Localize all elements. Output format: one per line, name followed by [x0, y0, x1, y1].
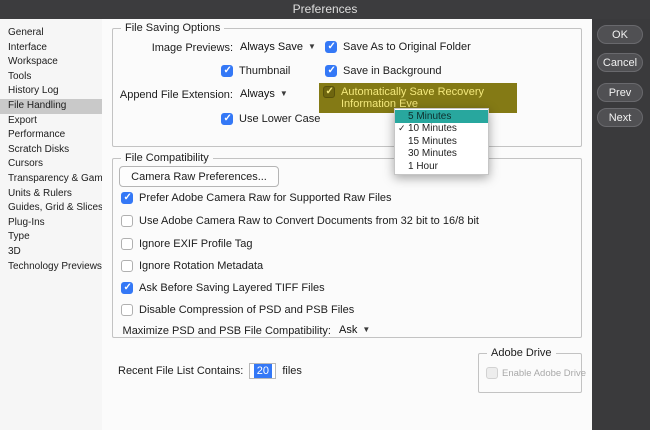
checkbox-label: Use Adobe Camera Raw to Convert Document…: [139, 215, 479, 227]
camera-raw-convert-checkbox[interactable]: [121, 215, 133, 227]
sidebar-item-guides-grid-slices[interactable]: Guides, Grid & Slices: [0, 201, 102, 216]
sidebar-item-performance[interactable]: Performance: [0, 128, 102, 143]
window-title: Preferences: [293, 2, 358, 16]
preferences-sidebar: General Interface Workspace Tools Histor…: [0, 19, 102, 430]
window-titlebar[interactable]: Preferences: [0, 0, 650, 19]
sidebar-item-3d[interactable]: 3D: [0, 245, 102, 260]
recent-files-input[interactable]: 20: [249, 363, 276, 379]
prefer-camera-raw-checkbox[interactable]: [121, 192, 133, 204]
ignore-rotation-row: Ignore Rotation Metadata: [121, 260, 263, 272]
sidebar-item-transparency-gamut[interactable]: Transparency & Gamut: [0, 172, 102, 187]
sidebar-item-units-rulers[interactable]: Units & Rulers: [0, 187, 102, 202]
group-title: File Saving Options: [121, 22, 224, 34]
ignore-exif-row: Ignore EXIF Profile Tag: [121, 238, 253, 250]
save-in-background-row: Save in Background: [325, 65, 441, 77]
interval-dropdown-menu: 5 Minutes 10 Minutes 15 Minutes 30 Minut…: [394, 108, 489, 175]
sidebar-item-type[interactable]: Type: [0, 230, 102, 245]
ok-button[interactable]: OK: [597, 25, 643, 44]
ignore-exif-checkbox[interactable]: [121, 238, 133, 250]
disable-compression-row: Disable Compression of PSD and PSB Files: [121, 304, 354, 316]
chevron-down-icon: ▼: [362, 326, 370, 334]
checkbox-label: Save in Background: [343, 65, 441, 77]
append-extension-label: Append File Extension:: [113, 89, 233, 101]
save-in-background-checkbox[interactable]: [325, 65, 337, 77]
sidebar-item-technology-previews[interactable]: Technology Previews: [0, 260, 102, 275]
file-handling-panel: File Saving Options Image Previews: Alwa…: [102, 19, 592, 430]
sidebar-item-cursors[interactable]: Cursors: [0, 157, 102, 172]
sidebar-item-workspace[interactable]: Workspace: [0, 55, 102, 70]
dropdown-value: Always Save: [240, 41, 303, 53]
append-extension-dropdown[interactable]: Always ▼: [240, 88, 288, 100]
checkbox-label: Save As to Original Folder: [343, 41, 471, 53]
dropdown-value: Ask: [339, 324, 357, 336]
sidebar-item-plug-ins[interactable]: Plug-Ins: [0, 216, 102, 231]
dropdown-value: Always: [240, 88, 275, 100]
sidebar-item-history-log[interactable]: History Log: [0, 84, 102, 99]
menu-item-30-minutes[interactable]: 30 Minutes: [395, 148, 488, 161]
auto-save-recovery-checkbox[interactable]: [323, 86, 335, 98]
sidebar-item-interface[interactable]: Interface: [0, 41, 102, 56]
use-lower-case-row: Use Lower Case: [221, 113, 320, 125]
camera-raw-convert-row: Use Adobe Camera Raw to Convert Document…: [121, 215, 479, 227]
checkbox-label: Use Lower Case: [239, 113, 320, 125]
save-as-original-checkbox[interactable]: [325, 41, 337, 53]
image-previews-dropdown[interactable]: Always Save ▼: [240, 41, 316, 53]
recent-files-label: Recent File List Contains:: [118, 365, 243, 377]
checkbox-label: Prefer Adobe Camera Raw for Supported Ra…: [139, 192, 392, 204]
sidebar-item-general[interactable]: General: [0, 26, 102, 41]
file-saving-options-group: File Saving Options Image Previews: Alwa…: [112, 28, 582, 147]
camera-raw-preferences-button[interactable]: Camera Raw Preferences...: [119, 166, 279, 187]
image-previews-label: Image Previews:: [113, 42, 233, 54]
menu-item-label: 10 Minutes: [408, 123, 457, 134]
sidebar-item-file-handling[interactable]: File Handling: [0, 99, 102, 114]
save-as-original-row: Save As to Original Folder: [325, 41, 471, 53]
ask-before-tiff-checkbox[interactable]: [121, 282, 133, 294]
checkbox-label: Disable Compression of PSD and PSB Files: [139, 304, 354, 316]
checkbox-label: Enable Adobe Drive: [502, 368, 586, 379]
menu-item-1-hour[interactable]: 1 Hour: [395, 160, 488, 173]
prefer-camera-raw-row: Prefer Adobe Camera Raw for Supported Ra…: [121, 192, 392, 204]
sidebar-item-scratch-disks[interactable]: Scratch Disks: [0, 143, 102, 158]
menu-item-5-minutes[interactable]: 5 Minutes: [395, 110, 488, 123]
group-title: File Compatibility: [121, 152, 213, 164]
maximize-compat-dropdown[interactable]: Ask ▼: [339, 324, 370, 336]
checkmark-icon: [398, 123, 408, 134]
cancel-button[interactable]: Cancel: [597, 53, 643, 72]
disable-compression-checkbox[interactable]: [121, 304, 133, 316]
checkbox-label: Ask Before Saving Layered TIFF Files: [139, 282, 325, 294]
menu-item-10-minutes[interactable]: 10 Minutes: [395, 123, 488, 136]
sidebar-item-export[interactable]: Export: [0, 114, 102, 129]
checkbox-label: Thumbnail: [239, 65, 290, 77]
maximize-compat-label: Maximize PSD and PSB File Compatibility:: [113, 325, 331, 337]
recent-file-list-row: Recent File List Contains: 20 files: [118, 363, 302, 379]
menu-item-label: 30 Minutes: [408, 148, 457, 159]
checkbox-label: Ignore Rotation Metadata: [139, 260, 263, 272]
menu-item-label: 1 Hour: [408, 161, 438, 172]
chevron-down-icon: ▼: [280, 90, 288, 98]
checkbox-label: Ignore EXIF Profile Tag: [139, 238, 253, 250]
checkbox-label: Automatically Save Recovery Information …: [341, 86, 505, 110]
group-title: Adobe Drive: [487, 347, 556, 359]
enable-adobe-drive-row: Enable Adobe Drive: [486, 367, 586, 379]
recent-files-value: 20: [254, 364, 272, 378]
ignore-rotation-checkbox[interactable]: [121, 260, 133, 272]
chevron-down-icon: ▼: [308, 43, 316, 51]
recent-files-suffix: files: [282, 365, 302, 377]
file-compatibility-group: File Compatibility Camera Raw Preference…: [112, 158, 582, 338]
next-button[interactable]: Next: [597, 108, 643, 127]
adobe-drive-group: Adobe Drive Enable Adobe Drive: [478, 353, 582, 393]
menu-item-label: 5 Minutes: [408, 111, 451, 122]
use-lower-case-checkbox[interactable]: [221, 113, 233, 125]
thumbnail-row: Thumbnail: [221, 65, 290, 77]
menu-item-15-minutes[interactable]: 15 Minutes: [395, 135, 488, 148]
menu-item-label: 15 Minutes: [408, 136, 457, 147]
sidebar-item-tools[interactable]: Tools: [0, 70, 102, 85]
ask-before-tiff-row: Ask Before Saving Layered TIFF Files: [121, 282, 325, 294]
enable-adobe-drive-checkbox: [486, 367, 498, 379]
thumbnail-checkbox[interactable]: [221, 65, 233, 77]
prev-button[interactable]: Prev: [597, 83, 643, 102]
